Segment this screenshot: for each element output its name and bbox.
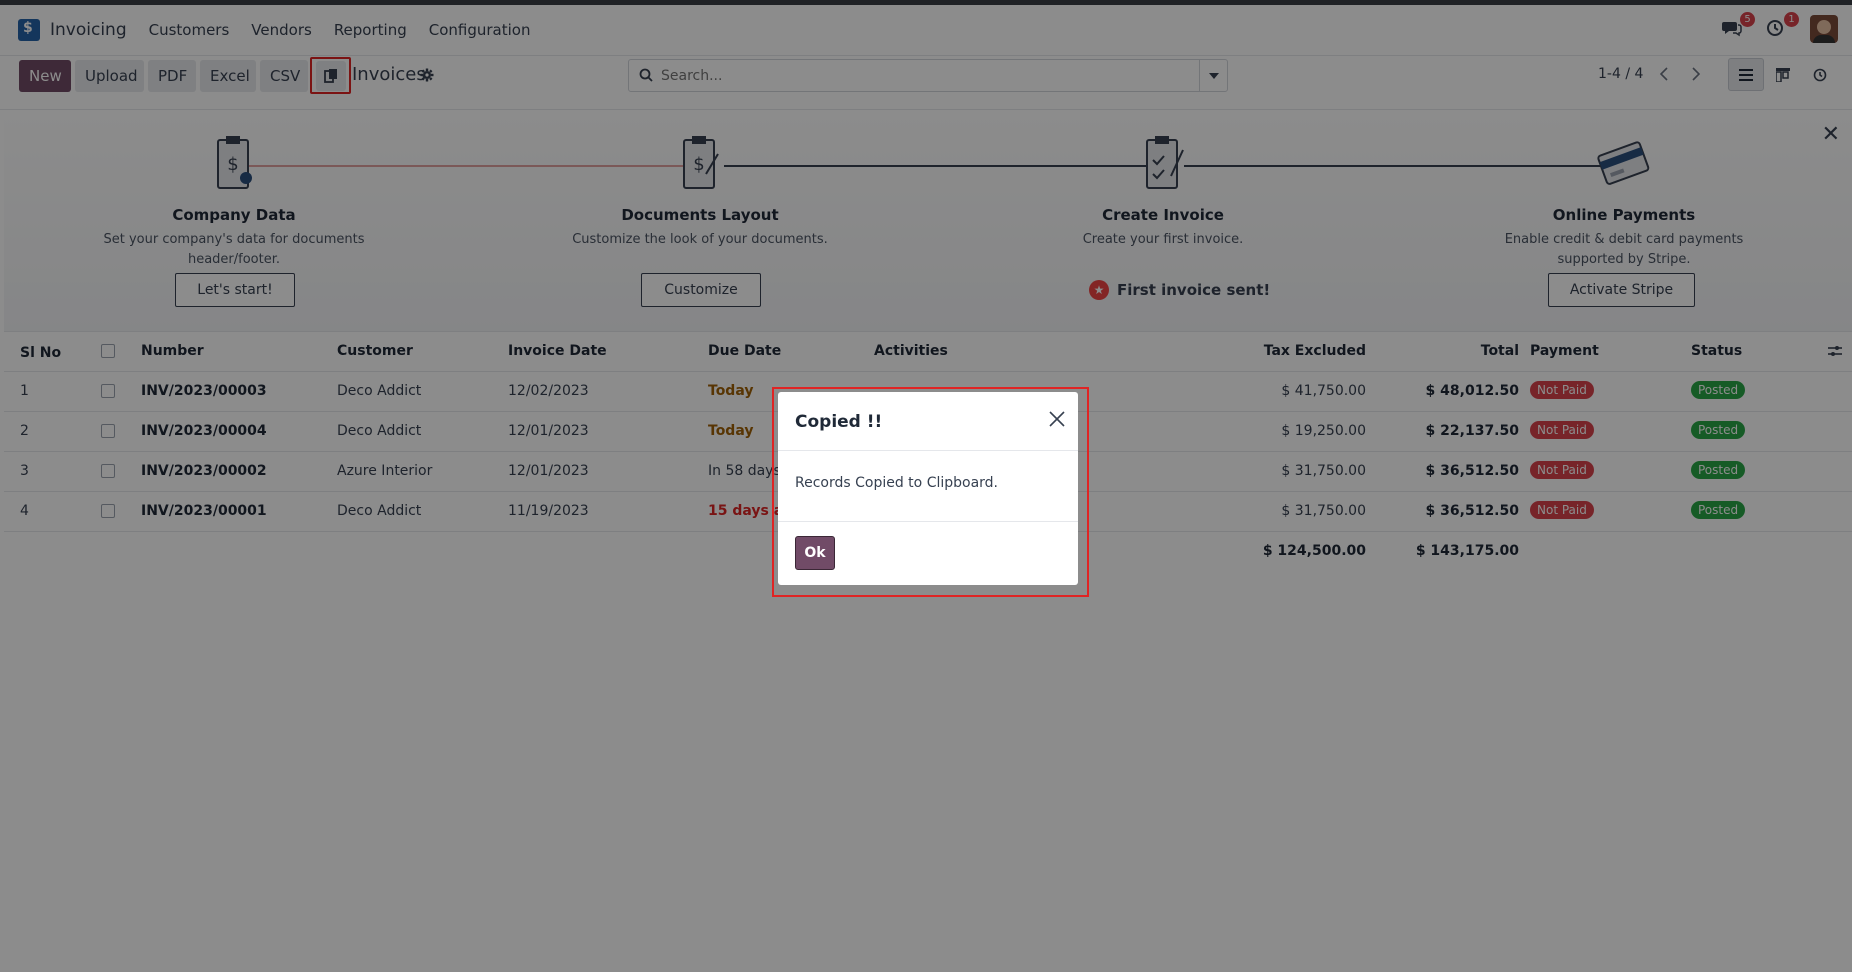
dialog-header: Copied !! [778,392,1078,451]
dialog-message: Records Copied to Clipboard. [795,475,999,491]
ok-button[interactable]: Ok [795,536,835,570]
dialog-body: Records Copied to Clipboard. [778,451,1078,522]
close-icon[interactable] [1048,410,1066,428]
dialog-title: Copied !! [795,412,883,432]
dialog-footer: Ok [778,522,1078,585]
copied-dialog: Copied !! Records Copied to Clipboard. O… [778,392,1078,585]
